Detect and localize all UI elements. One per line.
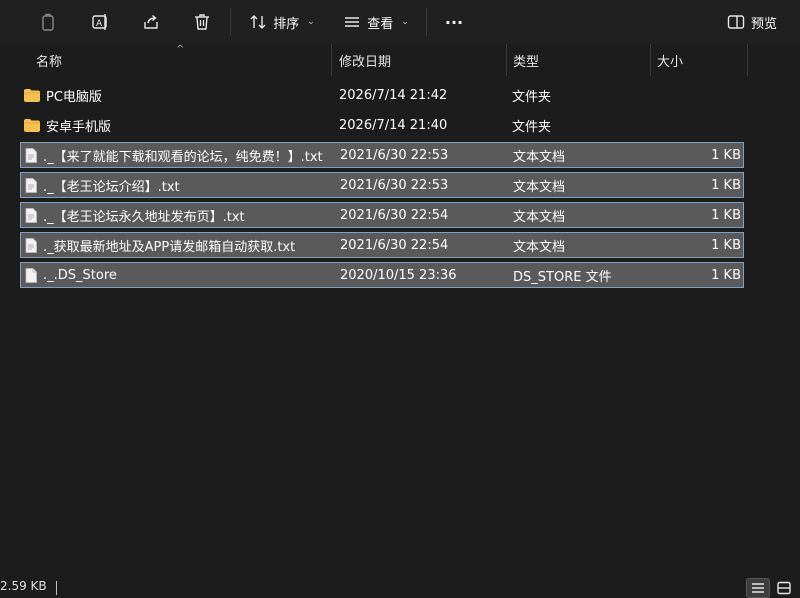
file-name-cell: PC电脑版 — [24, 82, 334, 108]
file-modified: 2021/6/30 22:54 — [340, 237, 449, 253]
column-header-name-label: 名称 — [36, 54, 63, 70]
file-name-cell: 安卓手机版 — [24, 112, 334, 138]
file-type: 文件夹 — [512, 119, 552, 135]
column-header-size-label: 大小 — [657, 54, 684, 70]
file-type: 文件夹 — [512, 89, 552, 105]
view-button[interactable]: 查看 ⌄ — [340, 6, 412, 38]
file-explorer-window: A 排序 ⌄ 查看 ⌄ ··· 预览 ^ 名称 修改日期 类型 大小 PC电脑版… — [0, 0, 800, 598]
list-item[interactable]: ._【老王论坛永久地址发布页】.txt 2021/6/30 22:54 文本文档… — [20, 202, 744, 228]
file-name: ._获取最新地址及APP请发邮箱自动获取.txt — [43, 239, 296, 255]
column-header-modified[interactable]: 修改日期 — [333, 44, 507, 76]
folder-icon — [24, 118, 40, 132]
text-file-icon — [25, 207, 37, 223]
preview-label: 预览 — [750, 16, 777, 32]
file-size: 1 KB — [711, 237, 741, 253]
sort-label: 排序 — [273, 16, 300, 32]
share-icon — [144, 14, 158, 29]
view-list-icon — [345, 17, 360, 27]
list-item[interactable]: ._【老王论坛介绍】.txt 2021/6/30 22:53 文本文档 1 KB — [20, 172, 744, 198]
file-modified: 2026/7/14 21:40 — [339, 117, 448, 133]
tiles-view-button[interactable] — [772, 578, 796, 598]
folder-icon — [24, 88, 40, 102]
column-header-type[interactable]: 类型 — [507, 44, 651, 76]
delete-button[interactable] — [188, 6, 216, 38]
rename-button[interactable]: A — [86, 6, 114, 38]
preview-pane-icon — [727, 15, 745, 29]
selection-size-text: 2.59 KB — [0, 579, 47, 593]
tiles-view-icon — [777, 581, 791, 595]
file-name: PC电脑版 — [46, 89, 102, 105]
text-file-icon — [25, 177, 37, 193]
column-header-type-label: 类型 — [513, 54, 540, 70]
file-name-cell: ._【来了就能下载和观看的论坛，纯免费！】.txt — [25, 143, 335, 167]
copy-button[interactable] — [34, 6, 62, 38]
file-name: 安卓手机版 — [46, 119, 112, 135]
details-view-icon — [752, 583, 764, 593]
file-size: 1 KB — [711, 147, 741, 163]
file-name: ._【老王论坛介绍】.txt — [43, 179, 180, 195]
cut-icon[interactable] — [0, 6, 10, 38]
file-size: 1 KB — [711, 207, 741, 223]
chevron-down-icon: ⌄ — [307, 17, 315, 27]
list-item[interactable]: ._【来了就能下载和观看的论坛，纯免费！】.txt 2021/6/30 22:5… — [20, 142, 744, 168]
toolbar-divider — [230, 8, 231, 36]
copy-icon — [42, 13, 54, 31]
file-size — [652, 82, 740, 108]
sort-icon — [250, 15, 266, 29]
more-options-button[interactable]: ··· — [440, 6, 468, 38]
share-button[interactable] — [137, 6, 165, 38]
column-header-name[interactable]: 名称 — [30, 44, 332, 76]
file-name: ._【老王论坛永久地址发布页】.txt — [43, 209, 245, 225]
list-item[interactable]: ._.DS_Store 2020/10/15 23:36 DS_STORE 文件… — [20, 262, 744, 288]
column-header-modified-label: 修改日期 — [339, 54, 392, 70]
file-type: 文本文档 — [513, 239, 566, 255]
generic-file-icon — [25, 267, 37, 283]
file-name: ._.DS_Store — [43, 267, 117, 283]
file-name-cell: ._【老王论坛介绍】.txt — [25, 173, 335, 197]
file-type: 文本文档 — [513, 209, 566, 225]
preview-pane-button[interactable]: 预览 — [722, 6, 782, 38]
view-label: 查看 — [367, 16, 394, 32]
text-file-icon — [25, 147, 37, 163]
file-modified: 2020/10/15 23:36 — [340, 267, 457, 283]
text-file-icon — [25, 237, 37, 253]
file-type: 文本文档 — [513, 149, 566, 165]
file-name: ._【来了就能下载和观看的论坛，纯免费！】.txt — [43, 149, 323, 165]
more-icon: ··· — [444, 12, 464, 32]
file-modified: 2021/6/30 22:54 — [340, 207, 449, 223]
file-size: 1 KB — [711, 177, 741, 193]
toolbar-divider — [426, 8, 427, 36]
command-bar: A 排序 ⌄ 查看 ⌄ ··· 预览 — [0, 0, 800, 44]
svg-text:A: A — [96, 19, 103, 29]
file-type: DS_STORE 文件 — [513, 269, 612, 285]
chevron-down-icon: ⌄ — [401, 17, 409, 27]
file-modified: 2026/7/14 21:42 — [339, 87, 448, 103]
status-divider — [56, 581, 57, 595]
details-view-button[interactable] — [746, 578, 770, 598]
file-type: 文本文档 — [513, 179, 566, 195]
file-name-cell: ._【老王论坛永久地址发布页】.txt — [25, 203, 335, 227]
list-item[interactable]: 安卓手机版 2026/7/14 21:40 文件夹 — [20, 112, 744, 138]
column-header-row: ^ 名称 修改日期 类型 大小 — [0, 44, 800, 76]
file-name-cell: ._获取最新地址及APP请发邮箱自动获取.txt — [25, 233, 335, 257]
file-size — [652, 112, 740, 138]
sort-button[interactable]: 排序 ⌄ — [246, 6, 318, 38]
list-item[interactable]: PC电脑版 2026/7/14 21:42 文件夹 — [20, 82, 744, 108]
file-name-cell: ._.DS_Store — [25, 263, 335, 287]
column-header-size[interactable]: 大小 — [651, 44, 748, 76]
trash-icon — [195, 14, 209, 30]
file-modified: 2021/6/30 22:53 — [340, 147, 449, 163]
list-item[interactable]: ._获取最新地址及APP请发邮箱自动获取.txt 2021/6/30 22:54… — [20, 232, 744, 258]
rename-icon: A — [92, 14, 107, 30]
file-size: 1 KB — [711, 267, 741, 283]
status-bar: 2.59 KB — [0, 576, 800, 598]
file-modified: 2021/6/30 22:53 — [340, 177, 449, 193]
